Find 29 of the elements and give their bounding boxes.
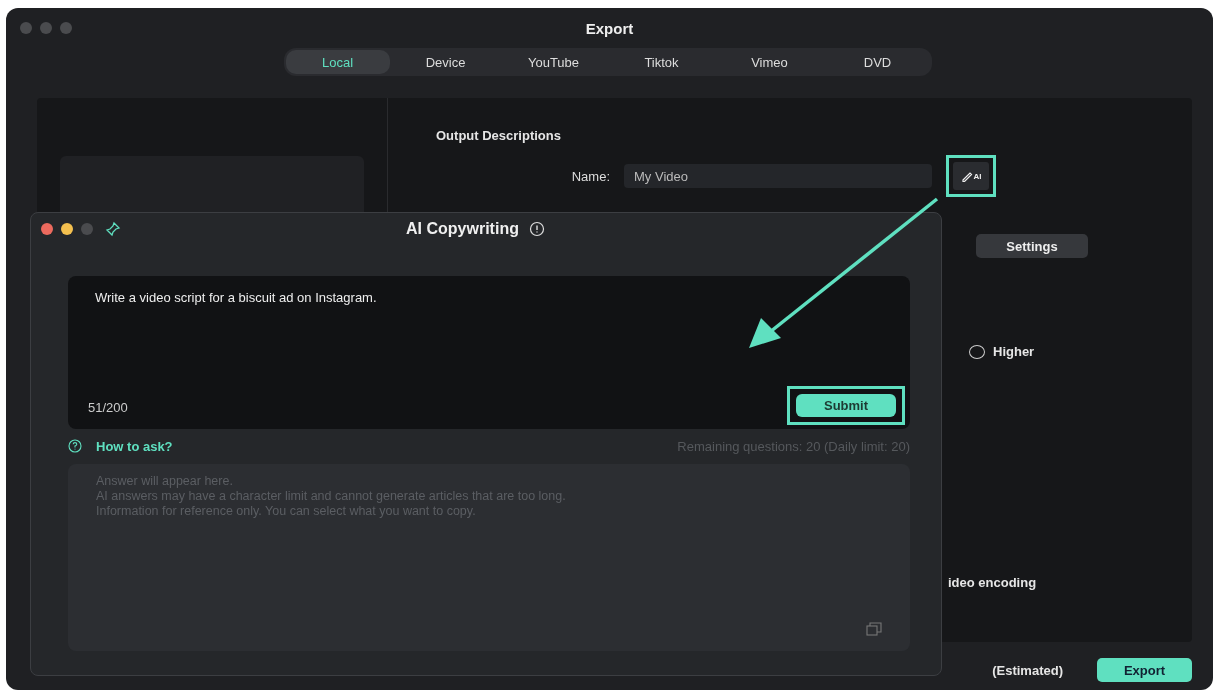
character-counter: 51/200 xyxy=(88,400,128,415)
prompt-text: Write a video script for a biscuit ad on Instagram. xyxy=(95,290,378,305)
help-icon xyxy=(68,439,82,453)
tab[interactable]: Local xyxy=(285,50,390,74)
export-button[interactable]: Export xyxy=(1097,658,1192,682)
size-estimate: (Estimated) xyxy=(992,662,1063,678)
window-title: Export xyxy=(585,19,634,37)
info-icon[interactable] xyxy=(528,221,545,237)
tab[interactable]: Tiktok xyxy=(609,50,714,74)
pen-icon xyxy=(960,170,973,182)
dialog-title: AI Copywriting xyxy=(406,220,519,238)
tab[interactable]: DVD xyxy=(825,50,930,74)
settings-button[interactable]: Settings xyxy=(976,234,1088,258)
name-field[interactable]: My Video xyxy=(624,164,932,188)
tab[interactable]: Device xyxy=(393,50,498,74)
tab[interactable]: YouTube xyxy=(501,50,606,74)
radio-label: Higher xyxy=(993,344,1035,359)
help-link[interactable]: How to ask? xyxy=(68,438,173,454)
section-heading: Output Descriptions xyxy=(436,128,562,143)
tab[interactable]: Vimeo xyxy=(717,50,822,74)
ai-button[interactable]: AI xyxy=(953,162,989,190)
prompt-field[interactable]: Write a video script for a biscuit ad on Instagram. 51/200 Submit xyxy=(68,276,910,429)
window-controls-icon xyxy=(20,22,72,34)
window-controls-icon[interactable] xyxy=(41,223,93,235)
copy-icon[interactable] xyxy=(866,622,882,636)
submit-button[interactable]: Submit xyxy=(796,394,896,417)
encoding-label: ideo encoding xyxy=(948,575,1037,590)
pin-icon[interactable] xyxy=(105,221,121,237)
field-label: Name: xyxy=(570,168,610,184)
